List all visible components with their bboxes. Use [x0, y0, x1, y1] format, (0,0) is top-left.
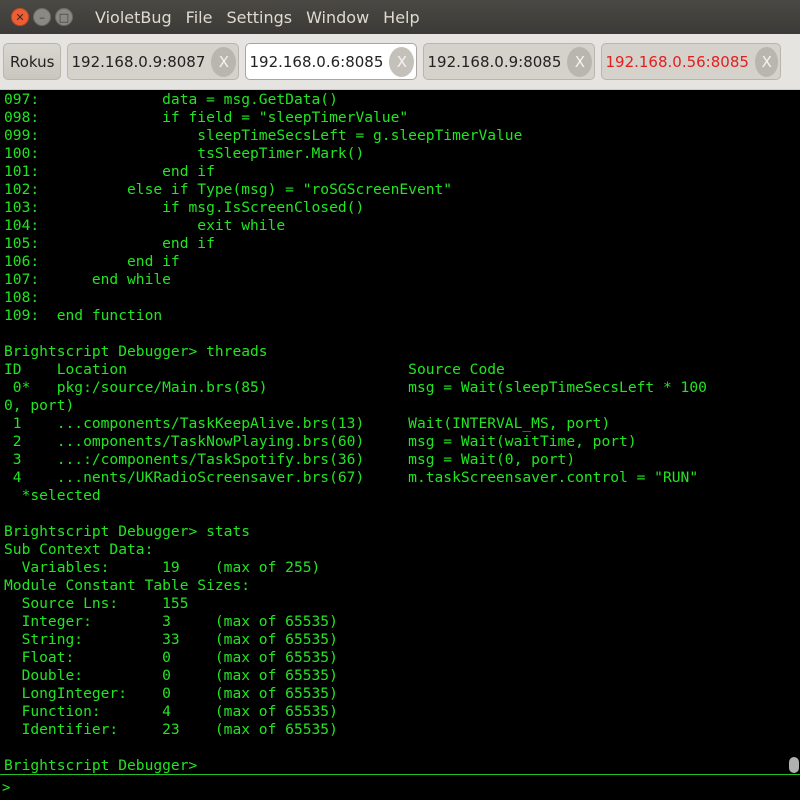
menu-settings[interactable]: Settings — [226, 8, 292, 27]
tab-label: 192.168.0.9:8085 — [427, 52, 562, 71]
tab-close-button[interactable]: X — [754, 46, 779, 77]
window-maximize-button[interactable]: □ — [55, 8, 73, 26]
command-input[interactable] — [10, 776, 800, 799]
menu-file[interactable]: File — [186, 8, 213, 27]
menu-help[interactable]: Help — [383, 8, 419, 27]
tab-device-3[interactable]: 192.168.0.9:8085 X — [423, 43, 596, 80]
tab-device-2[interactable]: 192.168.0.6:8085 X — [245, 43, 418, 80]
console-scrollbar[interactable] — [788, 90, 800, 774]
console-output: 097: data = msg.GetData() 098: if field … — [4, 91, 707, 774]
debugger-console[interactable]: 097: data = msg.GetData() 098: if field … — [0, 90, 788, 774]
tab-label: 192.168.0.9:8087 — [71, 52, 206, 71]
app-name: VioletBug — [95, 7, 172, 27]
tab-label: 192.168.0.56:8085 — [605, 52, 749, 71]
tab-label: 192.168.0.6:8085 — [249, 52, 384, 71]
title-bar: ✕ – □ VioletBug File Settings Window Hel… — [0, 0, 800, 34]
tab-close-button[interactable]: X — [211, 46, 237, 77]
command-input-bar: > — [0, 775, 800, 800]
tab-close-button[interactable]: X — [389, 46, 415, 77]
rokus-button[interactable]: Rokus — [3, 43, 62, 80]
input-prompt: > — [2, 779, 11, 796]
tab-device-1[interactable]: 192.168.0.9:8087 X — [67, 43, 240, 80]
window-minimize-button[interactable]: – — [33, 8, 51, 26]
tab-close-button[interactable]: X — [567, 46, 593, 77]
scrollbar-thumb[interactable] — [789, 757, 799, 773]
window-close-button[interactable]: ✕ — [11, 8, 29, 26]
menu-window[interactable]: Window — [306, 8, 369, 27]
tab-device-4[interactable]: 192.168.0.56:8085 X — [601, 43, 782, 80]
tab-bar: Rokus 192.168.0.9:8087 X 192.168.0.6:808… — [0, 34, 800, 90]
